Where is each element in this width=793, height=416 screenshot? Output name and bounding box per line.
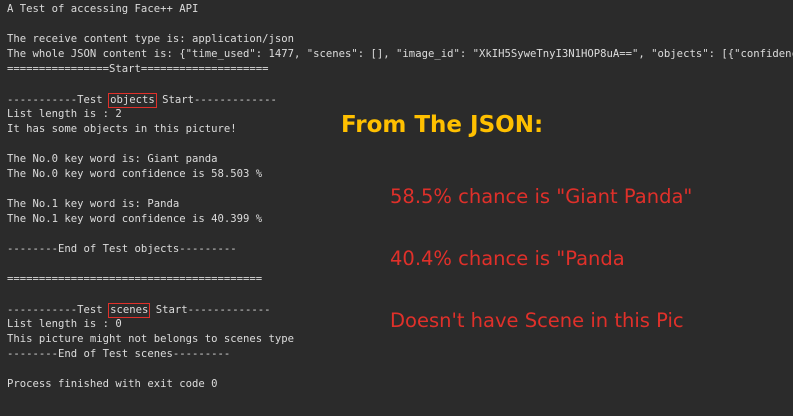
objects-test-prefix: -----------Test xyxy=(7,94,110,106)
objects-keyword-highlight: objects xyxy=(108,93,157,108)
scenes-list-length: List length is : 0 xyxy=(7,318,122,330)
objects-test-end: --------End of Test objects--------- xyxy=(7,243,237,255)
annotation-giant-panda: 58.5% chance is "Giant Panda" xyxy=(390,185,693,208)
mid-separator: ======================================== xyxy=(7,273,263,285)
keyword-1-line: The No.1 key word is: Panda xyxy=(7,198,180,210)
annotation-no-scene: Doesn't have Scene in this Pic xyxy=(390,309,684,332)
no-scene-line: This picture might not belongs to scenes… xyxy=(7,333,295,345)
console-output: A Test of accessing Face++ API The recei… xyxy=(0,0,793,416)
objects-test-header: -----------Test objects Start-----------… xyxy=(7,93,277,108)
scenes-test-end: --------End of Test scenes--------- xyxy=(7,348,231,360)
annotation-panda: 40.4% chance is "Panda xyxy=(390,247,625,270)
content-type-line: The receive content type is: application… xyxy=(7,33,295,45)
confidence-1-line: The No.1 key word confidence is 40.399 % xyxy=(7,213,263,225)
scenes-keyword-highlight: scenes xyxy=(108,303,151,318)
objects-test-suffix: Start------------- xyxy=(155,94,277,106)
annotation-title: From The JSON: xyxy=(341,112,544,138)
objects-list-length: List length is : 2 xyxy=(7,108,122,120)
scenes-test-suffix: Start------------- xyxy=(149,304,271,316)
exit-code-line: Process finished with exit code 0 xyxy=(7,378,218,390)
start-separator: ================Start===================… xyxy=(7,63,269,75)
objects-present-line: It has some objects in this picture! xyxy=(7,123,237,135)
confidence-0-line: The No.0 key word confidence is 58.503 % xyxy=(7,168,263,180)
keyword-0-line: The No.0 key word is: Giant panda xyxy=(7,153,218,165)
scenes-test-header: -----------Test scenes Start------------… xyxy=(7,303,271,318)
json-content-line: The whole JSON content is: {"time_used":… xyxy=(7,48,793,60)
console-title: A Test of accessing Face++ API xyxy=(7,3,199,15)
scenes-test-prefix: -----------Test xyxy=(7,304,110,316)
